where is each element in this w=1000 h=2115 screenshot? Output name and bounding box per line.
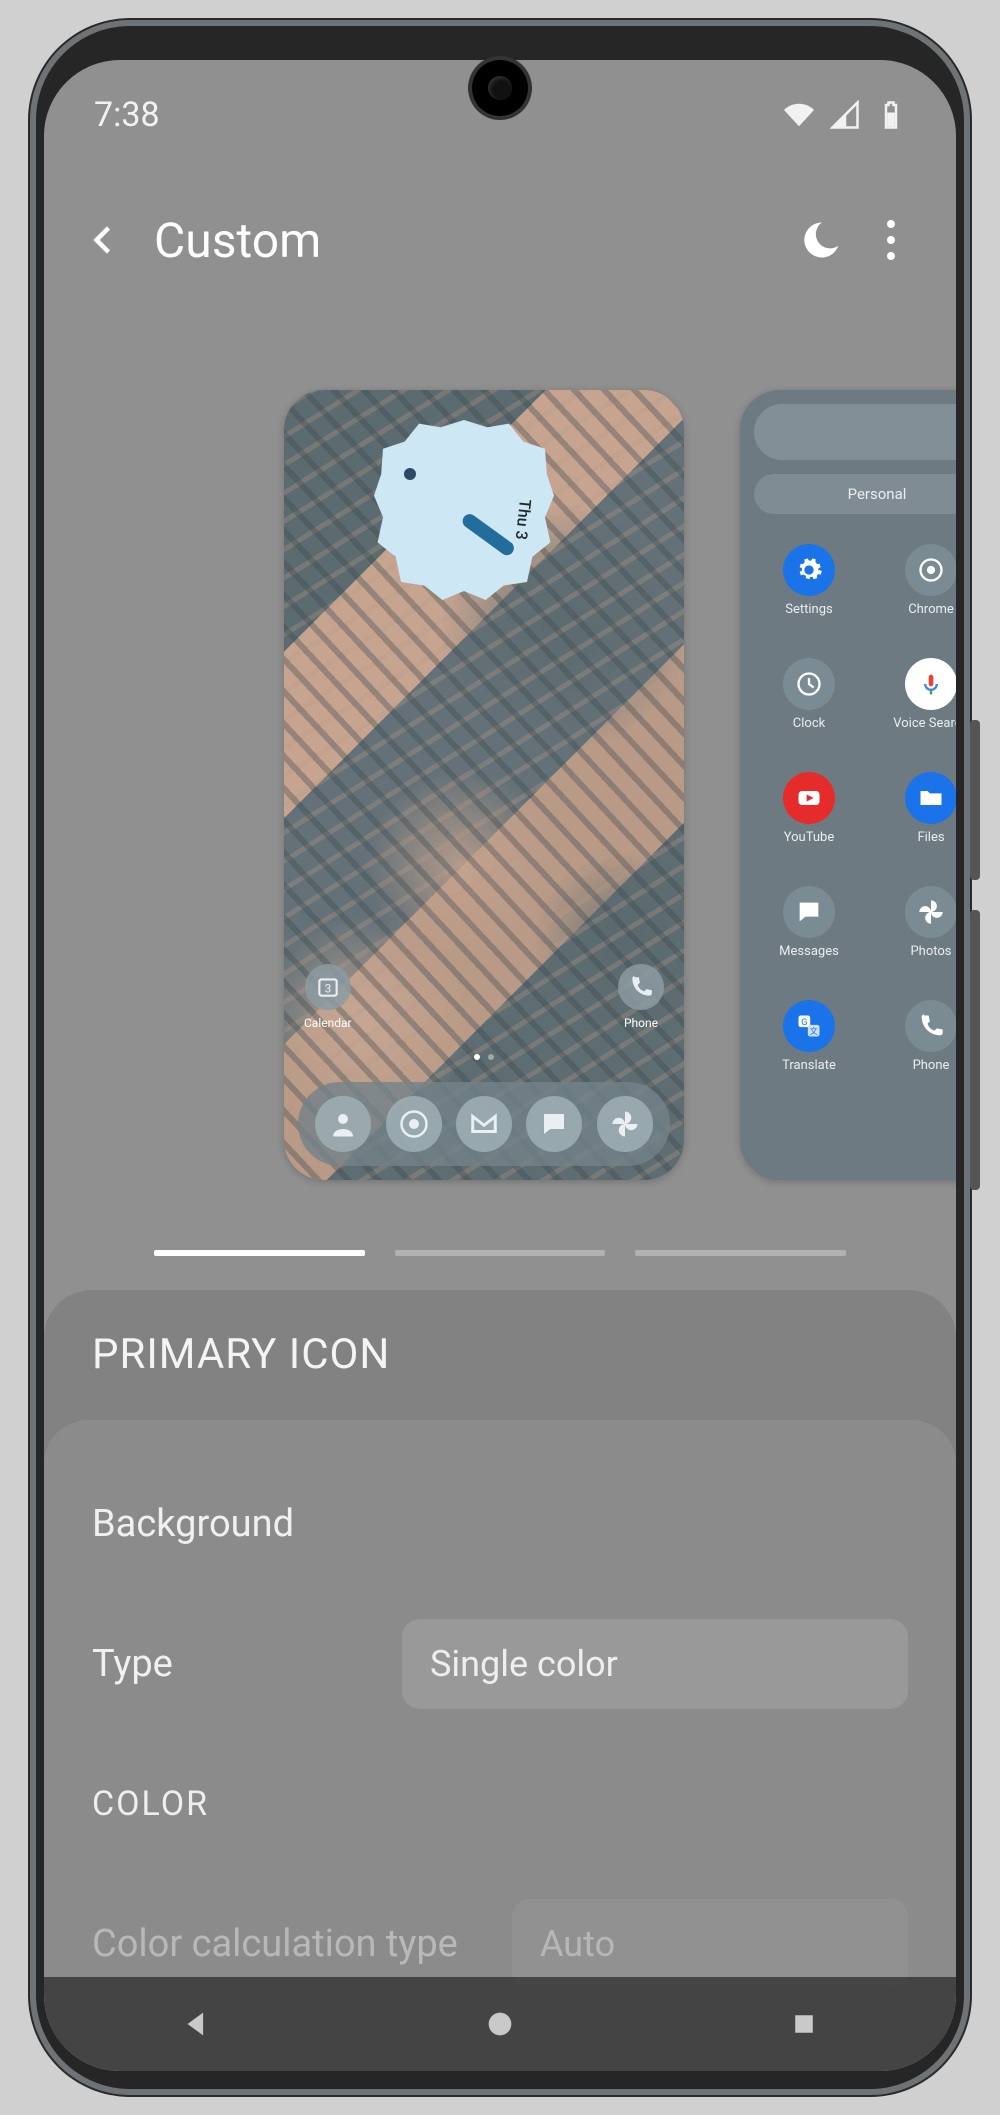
volume-button[interactable] xyxy=(970,720,980,880)
background-row[interactable]: Background xyxy=(92,1454,908,1594)
power-button[interactable] xyxy=(970,910,980,1190)
screen: 7:38 Custom xyxy=(44,60,956,2071)
signal-icon xyxy=(830,100,860,130)
youtube-icon xyxy=(783,772,835,824)
calendar-icon: 3 xyxy=(305,964,351,1010)
drawer-app-youtube[interactable]: YouTube xyxy=(748,764,870,878)
color-heading: COLOR xyxy=(92,1734,908,1874)
clock-icon xyxy=(783,658,835,710)
page-title: Custom xyxy=(154,212,786,269)
sheet-header: PRIMARY ICON xyxy=(44,1290,956,1427)
mic-icon xyxy=(905,658,956,710)
sheet-card: Background Type Single color COLOR Color… xyxy=(44,1420,956,2071)
phone-icon xyxy=(618,964,664,1010)
navigation-bar xyxy=(44,1977,956,2071)
drawer-app-settings[interactable]: Settings xyxy=(748,536,870,650)
drawer-app-clock[interactable]: Clock xyxy=(748,650,870,764)
gmail-icon xyxy=(469,1109,499,1139)
more-vert-icon xyxy=(887,220,895,260)
drawer-search-bar[interactable]: Sea xyxy=(754,404,956,460)
battery-icon xyxy=(876,100,906,130)
app-label: Calendar xyxy=(304,1016,352,1030)
calc-value[interactable]: Auto xyxy=(512,1899,908,1989)
person-icon xyxy=(328,1109,358,1139)
type-row[interactable]: Type Single color xyxy=(92,1594,908,1734)
drawer-app-files[interactable]: Files xyxy=(870,764,956,878)
gear-icon xyxy=(783,544,835,596)
clock-widget: Thu 3 xyxy=(374,420,554,600)
chevron-left-icon xyxy=(86,222,122,258)
folder-icon xyxy=(905,772,956,824)
chrome-icon xyxy=(905,544,956,596)
calendar-app-icon[interactable]: 3 Calendar xyxy=(304,964,352,1030)
dock-gmail[interactable] xyxy=(456,1096,512,1152)
drawer-app-photos[interactable]: Photos xyxy=(870,878,956,992)
phone-app-icon[interactable]: Phone xyxy=(618,964,664,1030)
square-recents-icon xyxy=(789,2009,819,2039)
more-button[interactable] xyxy=(856,205,926,275)
chat-icon xyxy=(783,886,835,938)
home-preview[interactable]: Thu 3 3 Calendar Phone xyxy=(284,390,684,1180)
preview-carousel[interactable]: Thu 3 3 Calendar Phone xyxy=(44,350,956,1240)
moon-icon xyxy=(800,219,842,261)
type-label: Type xyxy=(92,1642,402,1686)
drawer-app-voice-search[interactable]: Voice Search xyxy=(870,650,956,764)
pinwheel-icon xyxy=(905,886,956,938)
nav-back[interactable] xyxy=(173,2001,219,2047)
svg-text:G: G xyxy=(801,1017,807,1028)
home-icon-row: 3 Calendar Phone xyxy=(284,964,684,1030)
dark-mode-button[interactable] xyxy=(786,205,856,275)
phone-icon xyxy=(905,1000,956,1052)
settings-sheet: PRIMARY ICON Background Type Single colo… xyxy=(44,1290,956,2071)
app-label: Phone xyxy=(624,1016,658,1030)
background-label: Background xyxy=(92,1502,908,1546)
dock-photos[interactable] xyxy=(597,1096,653,1152)
phone-frame: 7:38 Custom xyxy=(30,20,970,2095)
drawer-app-phone[interactable]: Phone xyxy=(870,992,956,1106)
clock-date: Thu 3 xyxy=(512,498,535,540)
status-time: 7:38 xyxy=(94,95,160,135)
chrome-icon xyxy=(399,1109,429,1139)
back-button[interactable] xyxy=(74,210,134,270)
svg-text:文: 文 xyxy=(810,1026,818,1036)
calc-label: Color calculation type xyxy=(92,1922,512,1966)
drawer-app-messages[interactable]: Messages xyxy=(748,878,870,992)
type-value[interactable]: Single color xyxy=(402,1619,908,1709)
dock xyxy=(298,1082,670,1166)
wifi-icon xyxy=(784,100,814,130)
app-bar: Custom xyxy=(44,180,956,300)
drawer-grid: Settings Chrome Clock Voice Search YouTu… xyxy=(740,536,956,1166)
tab-indicator[interactable] xyxy=(154,1250,846,1258)
nav-recents[interactable] xyxy=(781,2001,827,2047)
pinwheel-icon xyxy=(610,1109,640,1139)
dock-messages[interactable] xyxy=(526,1096,582,1152)
circle-home-icon xyxy=(483,2007,517,2041)
drawer-tab[interactable]: Personal xyxy=(754,474,956,514)
app-drawer-preview[interactable]: Sea Personal Settings Chrome Clock Voice… xyxy=(740,390,956,1180)
page-indicator xyxy=(474,1054,494,1060)
dock-contacts[interactable] xyxy=(315,1096,371,1152)
drawer-app-chrome[interactable]: Chrome xyxy=(870,536,956,650)
triangle-back-icon xyxy=(179,2007,213,2041)
drawer-app-translate[interactable]: G文Translate xyxy=(748,992,870,1106)
dock-chrome[interactable] xyxy=(386,1096,442,1152)
nav-home[interactable] xyxy=(477,2001,523,2047)
translate-icon: G文 xyxy=(783,1000,835,1052)
chat-icon xyxy=(539,1109,569,1139)
front-camera xyxy=(472,60,528,116)
status-icons xyxy=(784,100,906,130)
svg-text:3: 3 xyxy=(324,981,331,995)
